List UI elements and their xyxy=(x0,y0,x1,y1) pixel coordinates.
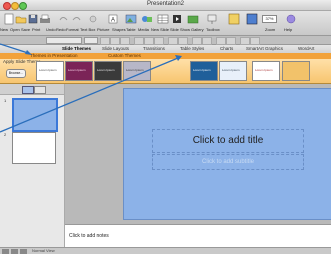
sorter-view-icon[interactable] xyxy=(11,249,18,254)
tab-table-styles[interactable]: Table Styles xyxy=(180,46,204,51)
text-box-icon[interactable]: A xyxy=(106,13,120,25)
indent-button[interactable] xyxy=(192,37,202,45)
table-label: Table xyxy=(126,27,136,32)
tab-smartart[interactable]: SmartArt Graphics xyxy=(246,46,283,51)
help-label: Help xyxy=(284,27,293,32)
align-left-button[interactable] xyxy=(134,37,144,45)
picture-icon[interactable] xyxy=(124,13,138,25)
bullets-button[interactable] xyxy=(168,37,178,45)
font-name-field[interactable] xyxy=(46,37,82,44)
slide-number: 1 xyxy=(4,98,7,103)
undo-label: Undo xyxy=(46,27,56,32)
slide-canvas: Click to add title Click to add subtitle xyxy=(65,84,331,224)
undo-icon[interactable] xyxy=(56,13,70,25)
fill-color-button[interactable] xyxy=(226,37,236,45)
title-placeholder[interactable]: Click to add title xyxy=(152,129,304,153)
standard-toolbar: A 37% New Open Save Print Undo Redo Form… xyxy=(0,11,331,36)
theme-thumb[interactable]: Lorem Ipsum xyxy=(94,61,122,81)
new-slide-label: New Slide xyxy=(151,27,170,32)
slides-view-icon[interactable] xyxy=(22,86,34,94)
tab-transitions[interactable]: Transitions xyxy=(143,46,165,51)
save-label: Save xyxy=(21,27,31,32)
shapes-label: Shapes xyxy=(112,27,126,32)
toolbox-icon[interactable] xyxy=(245,13,259,25)
gallery-icon[interactable] xyxy=(227,13,241,25)
browse-button[interactable]: Browse... xyxy=(6,69,26,78)
underline-button[interactable] xyxy=(120,37,130,45)
theme-thumb[interactable]: Lorem Ipsum xyxy=(123,61,151,81)
font-color-button[interactable] xyxy=(216,37,226,45)
formatting-bar xyxy=(0,36,331,45)
theme-thumb[interactable]: Lorem Ipsum xyxy=(65,61,93,81)
table-icon[interactable] xyxy=(156,13,170,25)
shadow-button[interactable] xyxy=(240,37,250,45)
shapes-icon[interactable] xyxy=(140,13,154,25)
view-label: Normal View xyxy=(32,248,55,253)
slide-show-label: Slide Show xyxy=(170,27,191,32)
theme-gallery: Apply Slide Theme Browse... Lorem Ipsum … xyxy=(0,59,331,84)
help-icon[interactable] xyxy=(284,13,298,25)
app-window: Presentation2 A 37% New Open Save Print … xyxy=(0,0,331,254)
notes-placeholder: Click to add notes xyxy=(69,233,109,239)
slideshow-view-icon[interactable] xyxy=(20,249,27,254)
italic-button[interactable] xyxy=(110,37,120,45)
tab-slide-themes[interactable]: Slide Themes xyxy=(62,46,91,51)
format-label: Format xyxy=(66,27,79,32)
slide-thumbnail[interactable] xyxy=(12,132,56,164)
slide-number: 2 xyxy=(4,132,7,137)
slide-thumbnail[interactable] xyxy=(12,98,58,132)
media-label: Media xyxy=(138,27,149,32)
media-icon[interactable] xyxy=(170,13,184,25)
tab-slide-layouts[interactable]: Slide Layouts xyxy=(102,46,129,51)
subtab-themes-in-presentation[interactable]: Themes in Presentation xyxy=(30,53,78,58)
more-format-button[interactable] xyxy=(250,37,260,45)
tab-wordart[interactable]: WordArt xyxy=(298,46,314,51)
gallery-label: Gallery xyxy=(191,27,204,32)
toolbox-label: Toolbox xyxy=(206,27,220,32)
notes-pane[interactable]: Click to add notes xyxy=(65,224,331,247)
theme-thumb[interactable]: Lorem Ipsum xyxy=(36,61,64,81)
align-center-button[interactable] xyxy=(144,37,154,45)
theme-thumb[interactable] xyxy=(282,61,310,81)
zoom-label: Zoom xyxy=(265,27,276,32)
title-bar: Presentation2 xyxy=(0,0,331,11)
zoom-field[interactable]: 37% xyxy=(262,15,277,23)
print-icon[interactable] xyxy=(38,13,52,25)
print-label: Print xyxy=(32,27,41,32)
bold-button[interactable] xyxy=(100,37,110,45)
theme-thumb[interactable]: Lorem Ipsum xyxy=(190,61,218,81)
new-slide-icon[interactable] xyxy=(186,13,200,25)
svg-text:A: A xyxy=(111,18,115,24)
format-icon[interactable] xyxy=(86,13,100,25)
numbering-button[interactable] xyxy=(178,37,188,45)
pane-view-tabs xyxy=(0,84,64,95)
text-box-label: Text Box xyxy=(80,27,96,32)
tab-charts[interactable]: Charts xyxy=(220,46,233,51)
window-title: Presentation2 xyxy=(146,1,185,7)
theme-thumb[interactable]: Lorem Ipsum xyxy=(219,61,247,81)
slide-show-icon[interactable] xyxy=(205,13,219,25)
new-label: New xyxy=(0,27,9,32)
subtitle-placeholder[interactable]: Click to add subtitle xyxy=(152,154,304,170)
outdent-button[interactable] xyxy=(202,37,212,45)
redo-label: Redo xyxy=(56,27,66,32)
theme-thumb[interactable]: Lorem Ipsum xyxy=(252,61,280,81)
normal-view-icon[interactable] xyxy=(2,249,9,254)
picture-label: Picture xyxy=(97,27,110,32)
slide-pane: 1 2 xyxy=(0,84,65,247)
align-right-button[interactable] xyxy=(154,37,164,45)
redo-icon[interactable] xyxy=(70,13,84,25)
status-bar: Normal View xyxy=(0,247,331,254)
open-label: Open xyxy=(10,27,20,32)
outline-view-icon[interactable] xyxy=(34,86,46,94)
subtab-custom-themes[interactable]: Custom Themes xyxy=(108,53,141,58)
current-slide[interactable]: Click to add title Click to add subtitle xyxy=(123,88,331,220)
font-size-field[interactable] xyxy=(84,37,98,44)
